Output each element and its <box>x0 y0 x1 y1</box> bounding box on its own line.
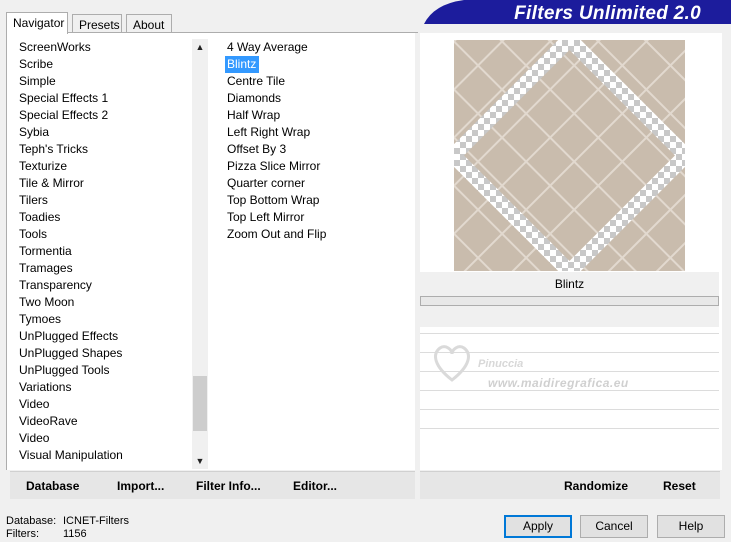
filter-row: 4 Way Average <box>225 39 415 56</box>
apply-button[interactable]: Apply <box>504 515 572 538</box>
filter-row: Centre Tile <box>225 73 415 90</box>
tab-navigator[interactable]: Navigator <box>6 12 68 34</box>
category-item[interactable]: Teph's Tricks <box>18 141 193 158</box>
preview-progress-bar <box>420 296 719 306</box>
category-item[interactable]: Video <box>18 396 193 413</box>
category-item[interactable]: Tile & Mirror <box>18 175 193 192</box>
filters-label: Filters: <box>6 528 39 540</box>
filter-list[interactable]: 4 Way Average Blintz Centre Tile Diamonds Ha… <box>225 39 415 243</box>
database-button[interactable]: Database <box>26 479 79 493</box>
filter-item[interactable]: Pizza Slice Mirror <box>225 159 320 173</box>
filter-row: Left Right Wrap <box>225 124 415 141</box>
database-label: Database: <box>6 515 57 527</box>
category-scrollbar[interactable]: ▲ ▼ <box>192 39 208 469</box>
navigator-panel: ScreenWorks Scribe Simple Special Effects 1… <box>6 33 415 470</box>
category-item[interactable]: Video <box>18 430 193 447</box>
category-item[interactable]: Scribe <box>18 56 193 73</box>
filter-row: Pizza Slice Mirror <box>225 158 415 175</box>
category-list[interactable]: ScreenWorks Scribe Simple Special Effects 1… <box>18 39 193 467</box>
parameter-row <box>420 333 719 334</box>
right-toolbar: Randomize Reset <box>420 471 720 499</box>
banner-title: Filters Unlimited 2.0 <box>514 3 701 24</box>
category-item[interactable]: Special Effects 1 <box>18 90 193 107</box>
category-item[interactable]: Tilers <box>18 192 193 209</box>
reset-button[interactable]: Reset <box>663 479 696 493</box>
category-item[interactable]: Sybia <box>18 124 193 141</box>
chevron-down-icon[interactable]: ▼ <box>192 453 208 469</box>
category-item[interactable]: Transparency <box>18 277 193 294</box>
category-item[interactable]: Special Effects 2 <box>18 107 193 124</box>
editor-button[interactable]: Editor... <box>293 479 337 493</box>
help-button[interactable]: Help <box>657 515 725 538</box>
category-item[interactable]: Tramages <box>18 260 193 277</box>
category-item[interactable]: UnPlugged Shapes <box>18 345 193 362</box>
parameter-row <box>420 428 719 429</box>
filter-row: Diamonds <box>225 90 415 107</box>
category-item[interactable]: VideoRave <box>18 413 193 430</box>
category-item[interactable]: Texturize <box>18 158 193 175</box>
category-item[interactable]: UnPlugged Effects <box>18 328 193 345</box>
category-item[interactable]: Two Moon <box>18 294 193 311</box>
filters-info: Filters: 1156 <box>6 528 87 540</box>
randomize-button[interactable]: Randomize <box>564 479 628 493</box>
filter-item[interactable]: Offset By 3 <box>225 142 286 156</box>
import-button[interactable]: Import... <box>117 479 164 493</box>
preview-filter-name: Blintz <box>554 277 585 291</box>
filter-row: Top Left Mirror <box>225 209 415 226</box>
cancel-button[interactable]: Cancel <box>580 515 648 538</box>
filter-row: Top Bottom Wrap <box>225 192 415 209</box>
database-value: ICNET-Filters <box>63 515 129 527</box>
watermark-heart-icon <box>434 345 470 382</box>
filter-item[interactable]: 4 Way Average <box>225 40 308 54</box>
category-item[interactable]: Visual Manipulation <box>18 447 193 464</box>
preview-caption-box: Blintz <box>420 272 719 327</box>
filter-item[interactable]: Left Right Wrap <box>225 125 310 139</box>
category-item[interactable]: UnPlugged Tools <box>18 362 193 379</box>
preview-panel: Blintz Pinuccia www.maidiregrafica.eu <box>420 33 722 470</box>
database-info: Database: ICNET-Filters <box>6 515 129 527</box>
tab-presets[interactable]: Presets <box>72 14 122 34</box>
left-toolbar: Database Import... Filter Info... Editor… <box>10 471 415 499</box>
filter-row: Blintz <box>225 56 415 73</box>
scrollbar-thumb[interactable] <box>193 376 207 431</box>
tab-about[interactable]: About <box>126 14 172 34</box>
filter-info-button[interactable]: Filter Info... <box>196 479 261 493</box>
filter-row: Half Wrap <box>225 107 415 124</box>
filter-item[interactable]: Quarter corner <box>225 176 305 190</box>
filter-item[interactable]: Top Left Mirror <box>225 210 304 224</box>
filter-item[interactable]: Diamonds <box>225 91 281 105</box>
app-banner: Filters Unlimited 2.0 <box>424 0 731 24</box>
category-item[interactable]: Tymoes <box>18 311 193 328</box>
filter-row: Quarter corner <box>225 175 415 192</box>
category-item[interactable]: Variations <box>18 379 193 396</box>
watermark-url: www.maidiregrafica.eu <box>488 376 629 390</box>
preview-image <box>454 40 685 271</box>
watermark: Pinuccia www.maidiregrafica.eu <box>428 338 658 398</box>
filter-row: Zoom Out and Flip <box>225 226 415 243</box>
filter-item[interactable]: Centre Tile <box>225 74 285 88</box>
parameter-row <box>420 409 719 410</box>
category-item[interactable]: Tools <box>18 226 193 243</box>
category-item[interactable]: Toadies <box>18 209 193 226</box>
filter-row: Offset By 3 <box>225 141 415 158</box>
filters-count: 1156 <box>63 528 87 540</box>
category-item[interactable]: Simple <box>18 73 193 90</box>
category-item[interactable]: ScreenWorks <box>18 39 193 56</box>
filter-item[interactable]: Top Bottom Wrap <box>225 193 319 207</box>
preview-pattern <box>454 40 685 271</box>
filter-item-selected[interactable]: Blintz <box>225 56 260 73</box>
chevron-up-icon[interactable]: ▲ <box>192 39 208 55</box>
watermark-name: Pinuccia <box>478 358 524 370</box>
filter-item[interactable]: Zoom Out and Flip <box>225 227 326 241</box>
category-item[interactable]: Tormentia <box>18 243 193 260</box>
filter-item[interactable]: Half Wrap <box>225 108 280 122</box>
